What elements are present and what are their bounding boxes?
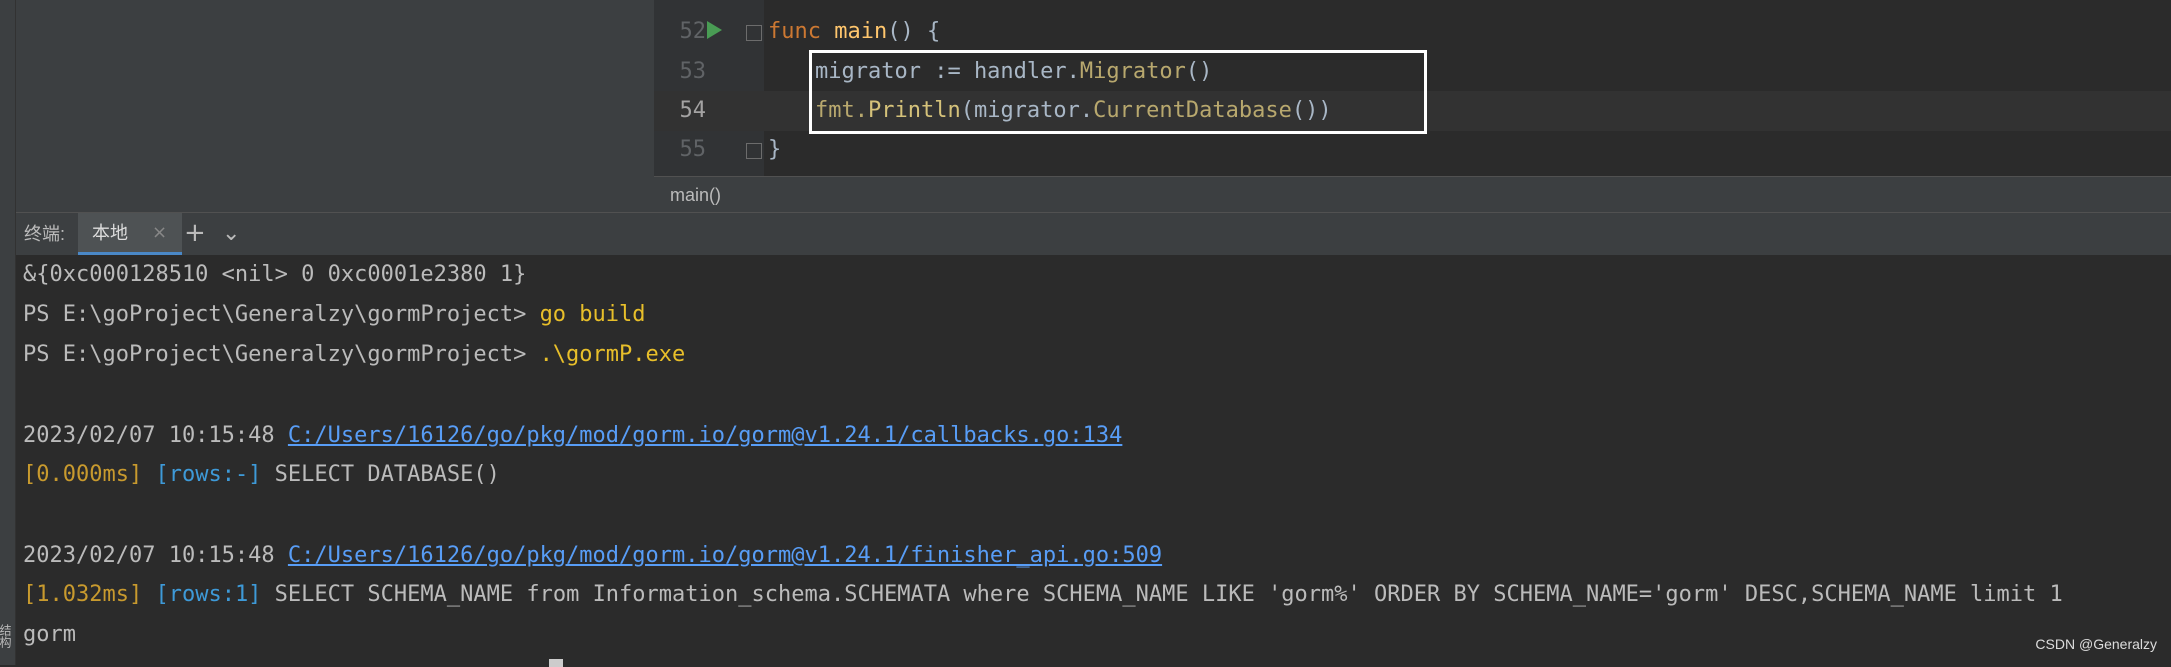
duration-label: [0.000ms] (23, 462, 143, 487)
fold-start-icon[interactable] (746, 25, 762, 41)
terminal-line: [0.000ms] [rows:-] SELECT DATABASE() (23, 455, 500, 495)
terminal-line: PS E:\goProject\Generalzy\gormProject> g… (23, 295, 646, 335)
annotation-box (809, 50, 1427, 134)
log-timestamp: 2023/02/07 10:15:48 (23, 423, 288, 448)
code-text-55: } (768, 130, 781, 170)
command: go build (539, 302, 646, 327)
code-punct: () { (887, 19, 941, 44)
watermark: CSDN @Generalzy (2035, 636, 2157, 652)
terminal-line: 2023/02/07 10:15:48 C:/Users/16126/go/pk… (23, 536, 1162, 576)
code-line-55: 55 (654, 130, 2171, 170)
breadcrumb[interactable]: main() (670, 177, 721, 213)
terminal-tab-bar: 终端: 本地 × + ⌄ (16, 212, 2171, 256)
structure-tool-label[interactable]: 结构 (0, 624, 14, 648)
fold-end-icon[interactable] (746, 143, 762, 159)
terminal-cursor (549, 659, 563, 667)
project-pane (16, 0, 654, 212)
left-tool-strip (0, 0, 16, 665)
run-icon[interactable] (707, 21, 722, 39)
line-number: 54 (679, 98, 707, 123)
tab-local[interactable]: 本地 × (78, 213, 182, 255)
command: .\gormP.exe (539, 342, 686, 367)
tab-local-label: 本地 (92, 223, 128, 243)
rows-label: [rows:1] (155, 582, 262, 607)
breadcrumb-bar: main() (654, 176, 2171, 213)
code-text-52: func main() { (768, 12, 940, 52)
add-icon[interactable]: + (184, 213, 206, 253)
log-timestamp: 2023/02/07 10:15:48 (23, 543, 288, 568)
sql-text: SELECT SCHEMA_NAME from Information_sche… (261, 582, 2063, 607)
rows-label: [rows:-] (155, 462, 262, 487)
prompt: PS E:\goProject\Generalzy\gormProject> (23, 302, 540, 327)
duration-label: [1.032ms] (23, 582, 143, 607)
terminal-line: [1.032ms] [rows:1] SELECT SCHEMA_NAME fr… (23, 575, 2063, 615)
code-editor[interactable]: 52 53 54 55 func main() { migrator := ha… (654, 0, 2171, 176)
code-brace: } (768, 137, 782, 162)
source-link[interactable]: C:/Users/16126/go/pkg/mod/gorm.io/gorm@v… (288, 423, 1122, 448)
close-icon[interactable]: × (152, 213, 167, 253)
line-number: 53 (679, 59, 707, 84)
terminal-line: 2023/02/07 10:15:48 C:/Users/16126/go/pk… (23, 416, 1122, 456)
source-link[interactable]: C:/Users/16126/go/pkg/mod/gorm.io/gorm@v… (288, 543, 1162, 568)
sql-text: SELECT DATABASE() (261, 462, 500, 487)
function-name: main (834, 19, 888, 44)
terminal-line: PS E:\goProject\Generalzy\gormProject> .… (23, 335, 685, 375)
terminal-line: &{0xc000128510 <nil> 0 0xc0001e2380 1} (23, 262, 527, 287)
chevron-down-icon[interactable]: ⌄ (222, 213, 240, 255)
terminal-output[interactable]: &{0xc000128510 <nil> 0 0xc0001e2380 1} P… (16, 255, 2171, 667)
keyword-func: func (768, 19, 821, 44)
terminal-title: 终端: (24, 224, 66, 244)
prompt: PS E:\goProject\Generalzy\gormProject> (23, 342, 540, 367)
terminal-line: gorm (23, 622, 76, 647)
line-number: 55 (679, 137, 707, 162)
line-number: 52 (679, 19, 707, 44)
